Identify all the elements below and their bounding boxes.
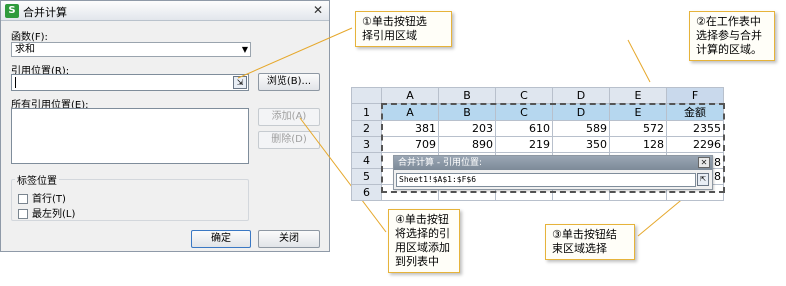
table-cell[interactable]: 金额	[666, 103, 724, 121]
consolidate-dialog: S 合并计算 ✕ 函数(F): 求和 ▼ 引用位置(R): ⇲ 浏览(B)...…	[0, 0, 330, 252]
table-cell[interactable]: 219	[495, 136, 553, 153]
table-cell[interactable]: 709	[381, 136, 439, 153]
table-cell[interactable]: E	[609, 103, 667, 121]
column-header[interactable]: C	[495, 87, 553, 104]
callout-text: 束区域选择	[552, 242, 607, 255]
reference-input[interactable]: ⇲	[11, 74, 249, 91]
callout-step-3: ③单击按钮结 束区域选择	[545, 224, 635, 260]
callout-text: ④单击按钮	[395, 213, 449, 226]
ok-button[interactable]: 确定	[191, 230, 251, 248]
add-button[interactable]: 添加(A)	[258, 108, 320, 126]
first-row-checkbox[interactable]: 首行(T)	[18, 190, 66, 205]
row-header[interactable]: 4	[351, 152, 382, 169]
column-header[interactable]: A	[381, 87, 439, 104]
table-cell[interactable]: 381	[381, 120, 439, 137]
callout-step-2: ②在工作表中 选择参与合并 计算的区域。	[689, 11, 775, 61]
checkbox-box	[18, 209, 28, 219]
left-column-label: 最左列(L)	[32, 209, 76, 220]
close-icon[interactable]: ✕	[698, 157, 710, 168]
reference-picker-titlebar: 合并计算 - 引用位置: ✕	[394, 156, 712, 170]
table-cell[interactable]: 350	[552, 136, 610, 153]
column-header[interactable]: E	[609, 87, 667, 104]
table-cell[interactable]: 572	[609, 120, 667, 137]
table-cell[interactable]: D	[552, 103, 610, 121]
table-cell[interactable]: 890	[438, 136, 496, 153]
function-select[interactable]: 求和 ▼	[11, 42, 251, 57]
dialog-titlebar: S 合并计算 ✕	[1, 1, 329, 21]
row-header[interactable]: 3	[351, 136, 382, 153]
table-cell[interactable]: 128	[609, 136, 667, 153]
reference-picker-dialog: 合并计算 - 引用位置: ✕ Sheet1!$A$1:$F$6 ⇱	[393, 155, 713, 190]
callout-text: ②在工作表中	[696, 15, 761, 28]
text-caret	[15, 77, 16, 88]
browse-button[interactable]: 浏览(B)...	[258, 73, 320, 91]
callout-step-1: ①单击按钮选 择引用区域	[355, 11, 452, 47]
callout-text: 选择参与合并	[696, 29, 762, 42]
callout-text: 用区域添加	[395, 241, 450, 254]
all-references-list[interactable]	[11, 108, 249, 164]
callout-text: 到列表中	[395, 255, 439, 268]
table-cell[interactable]: 2355	[666, 120, 724, 137]
callout-text: ①单击按钮选	[362, 15, 427, 28]
reference-picker-input[interactable]: Sheet1!$A$1:$F$6	[396, 173, 696, 187]
sheet-corner[interactable]	[351, 87, 382, 104]
callout-text: ③单击按钮结	[552, 228, 617, 241]
collapse-dialog-icon[interactable]: ⇲	[233, 76, 247, 89]
function-label: 函数(F):	[11, 32, 48, 43]
table-cell[interactable]: 610	[495, 120, 553, 137]
table-cell[interactable]: 589	[552, 120, 610, 137]
close-icon[interactable]: ✕	[313, 3, 323, 17]
app-logo-icon: S	[5, 4, 19, 18]
expand-dialog-icon[interactable]: ⇱	[697, 173, 709, 186]
table-cell[interactable]: 2296	[666, 136, 724, 153]
row-header[interactable]: 5	[351, 168, 382, 185]
callout-text: 将选择的引	[395, 227, 450, 240]
partial-cell-value: 8	[714, 156, 721, 169]
close-button[interactable]: 关闭	[258, 230, 320, 248]
table-cell[interactable]: 203	[438, 120, 496, 137]
callout-step-4: ④单击按钮 将选择的引 用区域添加 到列表中	[388, 209, 460, 273]
column-header[interactable]: D	[552, 87, 610, 104]
leader-line-2	[627, 39, 651, 83]
delete-button[interactable]: 删除(D)	[258, 131, 320, 149]
chevron-down-icon: ▼	[241, 45, 248, 54]
row-header[interactable]: 6	[351, 184, 382, 201]
callout-text: 择引用区域	[362, 29, 417, 42]
reference-picker-title: 合并计算 - 引用位置:	[398, 158, 483, 168]
row-header[interactable]: 1	[351, 103, 382, 121]
callout-text: 计算的区域。	[696, 43, 762, 56]
column-header[interactable]: F	[666, 87, 724, 104]
first-row-label: 首行(T)	[32, 194, 66, 205]
checkbox-box	[18, 194, 28, 204]
table-cell[interactable]: C	[495, 103, 553, 121]
column-header[interactable]: B	[438, 87, 496, 104]
row-header[interactable]: 2	[351, 120, 382, 137]
partial-cell-value: 8	[714, 170, 721, 183]
dialog-title: 合并计算	[23, 6, 67, 19]
table-cell[interactable]: B	[438, 103, 496, 121]
table-cell[interactable]: A	[381, 103, 439, 121]
label-position-title: 标签位置	[15, 172, 59, 187]
left-column-checkbox[interactable]: 最左列(L)	[18, 205, 75, 220]
function-select-value: 求和	[15, 44, 35, 55]
